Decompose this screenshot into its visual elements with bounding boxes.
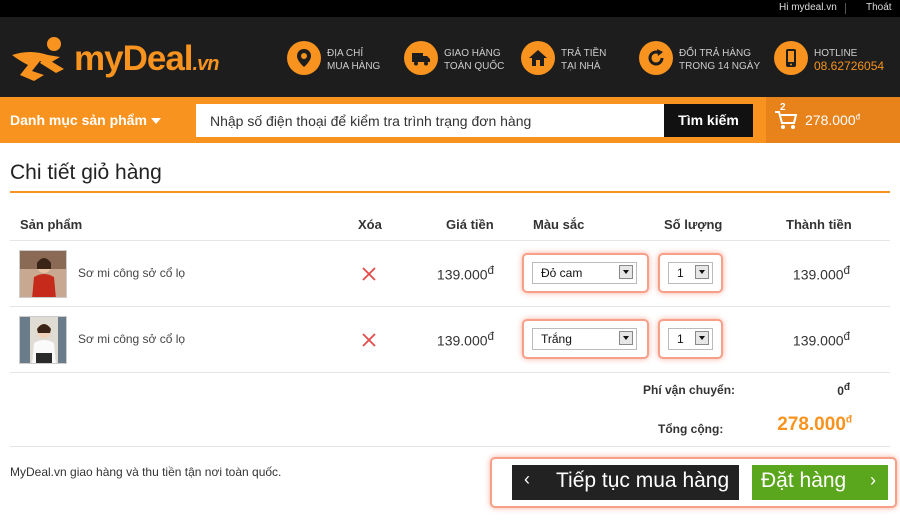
logo-vn: .vn xyxy=(192,53,220,75)
greeting-link[interactable]: Hi mydeal.vn xyxy=(779,2,837,13)
continue-shopping-button[interactable]: ‹ Tiếp tục mua hàng xyxy=(512,465,739,500)
order-lookup-input[interactable] xyxy=(196,104,664,137)
logo-my: my xyxy=(74,39,124,78)
grand-total-value: 278.000 xyxy=(777,414,846,435)
cart-summary[interactable]: 2 278.000đ xyxy=(766,97,900,143)
feature-address-line1: ĐỊA CHỈ xyxy=(327,48,364,59)
unit-price: 139.000đ xyxy=(384,264,494,283)
line-total: 139.000đ xyxy=(740,264,850,283)
truck-icon xyxy=(404,41,438,75)
delete-icon[interactable] xyxy=(361,332,377,348)
chevron-down-icon xyxy=(695,331,709,345)
total-label: Tổng cộng: xyxy=(658,422,724,436)
chevron-down-icon xyxy=(695,265,709,279)
currency-symbol: đ xyxy=(487,330,494,343)
quantity-select-value: 1 xyxy=(677,332,684,346)
row-divider xyxy=(10,446,890,447)
cart-icon xyxy=(775,111,798,129)
title-divider xyxy=(10,191,890,193)
line-total-value: 139.000 xyxy=(792,266,844,283)
currency-symbol: đ xyxy=(855,112,861,122)
header-product: Sản phẩm xyxy=(20,217,83,232)
header-subtotal: Thành tiền xyxy=(786,217,852,232)
category-label: Danh mục sản phẩm xyxy=(10,112,147,128)
nav-bar: Danh mục sản phẩm Tìm kiếm 2 278.000đ xyxy=(0,97,900,143)
delivery-note: MyDeal.vn giao hàng và thu tiền tận nơi … xyxy=(10,465,282,479)
chevron-down-icon xyxy=(619,331,633,345)
feature-shipping-line2: TOÀN QUỐC xyxy=(444,61,505,72)
feature-shipping-line1: GIAO HÀNG xyxy=(444,48,501,59)
cart-total-value: 278.000 xyxy=(805,112,856,128)
hotline-number[interactable]: 08.62726054 xyxy=(814,59,884,73)
currency-symbol: đ xyxy=(845,414,852,426)
unit-price-value: 139.000 xyxy=(436,266,488,283)
currency-symbol: đ xyxy=(843,330,850,343)
row-divider xyxy=(10,372,890,373)
location-pin-icon xyxy=(287,41,321,75)
cart-total: 278.000đ xyxy=(805,112,860,128)
currency-symbol: đ xyxy=(487,264,494,277)
product-name[interactable]: Sơ mi công sở cổ lọ xyxy=(78,332,185,346)
unit-price: 139.000đ xyxy=(384,330,494,349)
feature-address-line2: MUA HÀNG xyxy=(327,61,381,72)
unit-price-value: 139.000 xyxy=(436,332,488,349)
line-total: 139.000đ xyxy=(740,330,850,349)
divider xyxy=(845,3,846,14)
color-select-value: Đỏ cam xyxy=(541,266,583,280)
delete-icon[interactable] xyxy=(361,266,377,282)
shipping-fee: 0đ xyxy=(790,382,850,398)
chevron-down-icon xyxy=(619,265,633,279)
shipping-fee-value: 0 xyxy=(837,384,844,398)
continue-shopping-label: Tiếp tục mua hàng xyxy=(556,469,730,492)
grand-total: 278.000đ xyxy=(740,414,852,436)
feature-return-line1: ĐỔI TRẢ HÀNG xyxy=(679,48,752,59)
quantity-select-value: 1 xyxy=(677,266,684,280)
color-select-value: Trắng xyxy=(541,332,572,346)
row-divider xyxy=(10,240,890,241)
refresh-icon xyxy=(639,41,673,75)
header-quantity: Số lượng xyxy=(664,217,723,232)
color-select[interactable]: Trắng xyxy=(532,328,637,350)
phone-icon xyxy=(774,41,808,75)
header-price: Giá tiền xyxy=(446,217,494,232)
shipping-label: Phí vận chuyển: xyxy=(643,383,736,397)
logo-deal: Deal xyxy=(122,39,194,78)
search-button[interactable]: Tìm kiếm xyxy=(664,104,753,137)
row-divider xyxy=(10,306,890,307)
home-icon xyxy=(521,41,555,75)
page-title: Chi tiết giỏ hàng xyxy=(10,161,162,184)
header-color: Màu sắc xyxy=(533,217,585,232)
place-order-label: Đặt hàng xyxy=(761,469,847,492)
line-total-value: 139.000 xyxy=(792,332,844,349)
logo[interactable]: myDeal.vn xyxy=(10,35,219,85)
place-order-button[interactable]: Đặt hàng › xyxy=(752,465,888,500)
feature-return-line2: TRONG 14 NGÀY xyxy=(679,61,761,72)
logout-link[interactable]: Thoát xyxy=(866,2,892,13)
product-thumbnail[interactable] xyxy=(19,250,67,298)
currency-symbol: đ xyxy=(843,382,850,393)
color-select[interactable]: Đỏ cam xyxy=(532,262,637,284)
caret-down-icon xyxy=(150,118,161,125)
top-bar: Hi mydeal.vn Thoát xyxy=(0,0,900,17)
logo-text: myDeal.vn xyxy=(74,39,220,79)
running-man-icon xyxy=(12,37,64,81)
currency-symbol: đ xyxy=(843,264,850,277)
product-thumbnail[interactable] xyxy=(19,316,67,364)
quantity-select[interactable]: 1 xyxy=(668,262,713,284)
hotline-label: HOTLINE xyxy=(814,48,858,59)
feature-cod-line1: TRẢ TIỀN xyxy=(561,48,607,59)
header-delete: Xóa xyxy=(358,217,382,232)
chevron-right-icon: › xyxy=(870,470,876,490)
quantity-select[interactable]: 1 xyxy=(668,328,713,350)
feature-cod-line2: TẠI NHÀ xyxy=(561,61,601,72)
chevron-left-icon: ‹ xyxy=(524,469,530,489)
category-menu[interactable]: Danh mục sản phẩm xyxy=(10,112,161,128)
site-header: myDeal.vn ĐỊA CHỈ MUA HÀNG GIAO HÀNG TOÀ… xyxy=(0,17,900,97)
product-name[interactable]: Sơ mi công sở cổ lọ xyxy=(78,266,185,280)
